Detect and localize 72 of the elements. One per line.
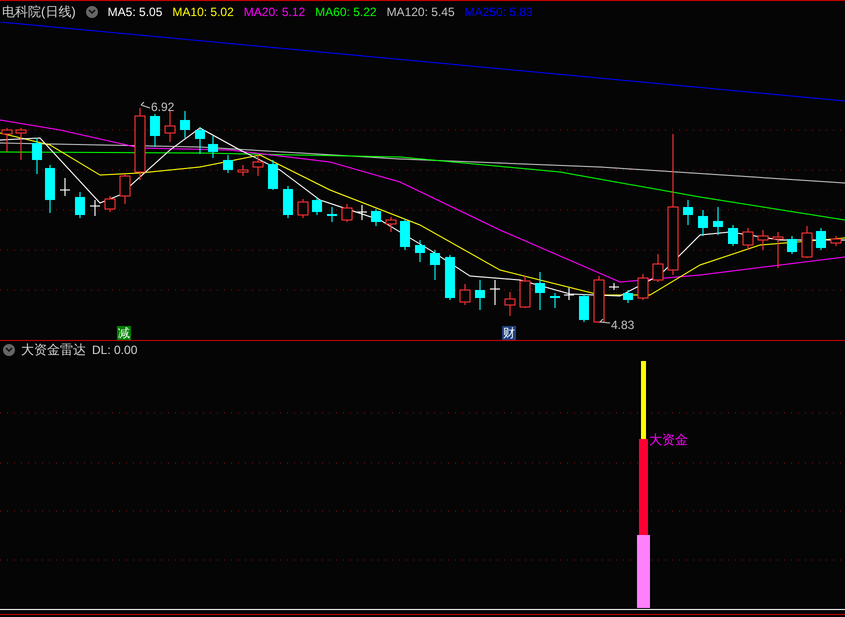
candlestick	[90, 200, 100, 216]
candlestick	[150, 114, 160, 148]
candlestick	[652, 254, 664, 282]
indicator-title: 大资金雷达	[21, 341, 86, 360]
candlestick	[180, 110, 190, 138]
candlestick	[608, 282, 620, 290]
candlestick	[208, 136, 218, 158]
candlestick	[298, 198, 308, 218]
chart-marker: 财	[502, 326, 516, 340]
candlestick	[830, 236, 842, 246]
candlestick	[698, 210, 708, 236]
candlestick	[164, 110, 176, 142]
candlestick	[223, 154, 233, 174]
candlestick	[75, 192, 85, 218]
candlestick	[787, 236, 797, 254]
candlestick	[623, 290, 633, 304]
candlestick	[32, 138, 42, 174]
candlestick	[713, 206, 723, 236]
candlestick	[772, 232, 784, 268]
candlestick	[802, 226, 812, 258]
indicator-reading: DL: 0.00	[92, 342, 138, 359]
candlestick	[550, 292, 560, 308]
pointer-arrow	[600, 318, 610, 324]
candlestick	[252, 154, 264, 176]
ma-legend-item: MA20: 5.12	[244, 4, 306, 20]
candlestick	[638, 274, 648, 300]
candlestick	[683, 200, 693, 226]
ma-legend-item: MA250: 5.83	[464, 4, 533, 20]
candlestick	[758, 230, 768, 250]
candlestick	[535, 272, 545, 310]
candlestick	[504, 292, 516, 316]
candlestick	[342, 204, 352, 222]
dropdown-icon[interactable]	[3, 344, 15, 356]
candlestick	[268, 160, 278, 190]
stock-title: 电科院(日线)	[2, 2, 76, 21]
candlestick	[283, 186, 293, 218]
low-price-label: 4.83	[611, 317, 634, 334]
candlestick	[45, 164, 55, 214]
candlestick	[104, 196, 116, 212]
candlestick	[386, 216, 396, 232]
candlestick	[371, 208, 381, 226]
dropdown-icon[interactable]	[86, 6, 98, 18]
candlestick	[520, 276, 530, 308]
chart-marker: 减	[117, 326, 131, 340]
candlestick	[312, 196, 322, 216]
candlestick	[356, 204, 368, 220]
candlestick	[238, 164, 248, 176]
candlestick	[16, 128, 26, 160]
candlestick	[415, 240, 425, 262]
ma-legend-item: MA10: 5.02	[172, 4, 234, 20]
candlestick	[564, 288, 574, 300]
candlestick	[460, 284, 470, 306]
candlestick	[60, 178, 70, 196]
candlestick	[400, 218, 410, 250]
pointer-arrow	[140, 102, 150, 108]
high-price-label: 6.92	[151, 99, 174, 116]
candlestick	[195, 126, 205, 154]
candlestick	[430, 250, 440, 280]
big-fund-label: 大资金	[649, 431, 688, 449]
candlestick	[816, 228, 826, 250]
ma-legend-item: MA60: 5.22	[315, 4, 377, 20]
candlestick	[120, 174, 130, 204]
ma-legend-item: MA120: 5.45	[386, 4, 455, 20]
candlestick	[579, 294, 589, 322]
ma-legend-item: MA5: 5.05	[108, 4, 162, 20]
candlestick	[742, 228, 754, 250]
candlestick	[728, 224, 738, 246]
candlestick	[490, 280, 500, 306]
candlestick	[327, 206, 337, 222]
candlestick	[594, 276, 604, 324]
candlestick	[475, 280, 485, 310]
candlestick	[445, 254, 455, 300]
